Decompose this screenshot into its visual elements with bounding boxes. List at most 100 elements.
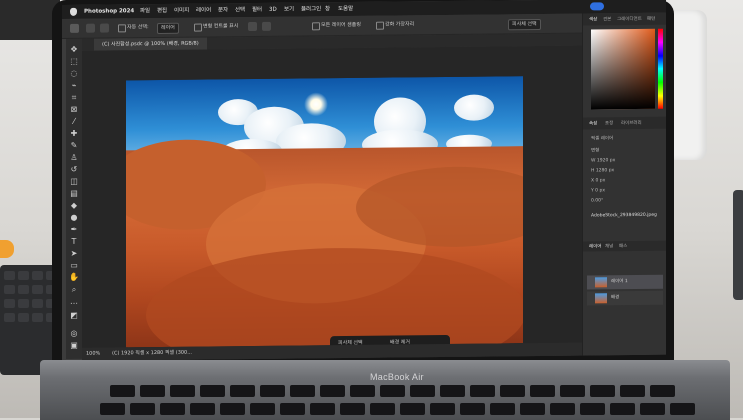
prop-transform: 변형 bbox=[591, 148, 600, 154]
brush-tool-icon[interactable]: ✎ bbox=[69, 141, 79, 151]
tab-properties[interactable]: 속성 bbox=[589, 120, 597, 126]
path-select-icon[interactable]: ➤ bbox=[69, 249, 79, 259]
tab-paths[interactable]: 패스 bbox=[619, 243, 627, 249]
menu-item-view[interactable]: 보기 bbox=[284, 3, 294, 17]
menu-item-layer[interactable]: 레이어 bbox=[196, 3, 211, 17]
dodge-tool-icon[interactable]: ● bbox=[69, 213, 79, 223]
menu-item-type[interactable]: 문자 bbox=[218, 3, 228, 17]
hue-slider[interactable] bbox=[658, 28, 663, 109]
select-subject-dropdown[interactable]: 피사체 선택 bbox=[508, 18, 541, 31]
tab-layers[interactable]: 레이어 bbox=[589, 243, 601, 249]
external-monitor bbox=[0, 0, 60, 40]
move-tool-icon[interactable]: ✥ bbox=[69, 45, 79, 55]
tab-libraries[interactable]: 라이브러리 bbox=[621, 120, 642, 126]
laptop-keyboard bbox=[100, 383, 700, 418]
menu-item-filter[interactable]: 필터 bbox=[252, 3, 262, 17]
lasso-tool-icon[interactable]: ◌ bbox=[69, 69, 79, 79]
menu-item-image[interactable]: 이미지 bbox=[174, 4, 189, 18]
canvas-image[interactable] bbox=[126, 76, 523, 348]
tab-color[interactable]: 색상 bbox=[589, 16, 597, 22]
select-subject-value: 피사체 선택 bbox=[512, 21, 537, 28]
zoom-tool-icon[interactable]: ⌕ bbox=[69, 285, 79, 295]
layer-name: 배경 bbox=[611, 295, 620, 301]
prop-x[interactable]: X 0 px bbox=[591, 178, 605, 183]
hand-tool-icon[interactable]: ✋ bbox=[69, 273, 79, 283]
prop-y[interactable]: Y 0 px bbox=[591, 188, 605, 193]
zoom-level[interactable]: 100% bbox=[86, 348, 100, 361]
shape-tool-icon[interactable]: ▭ bbox=[69, 261, 79, 271]
right-panels: 색상 견본 그레이디언트 패턴 속성 조정 라이브러리 픽셀 레이어 변형 W … bbox=[582, 12, 666, 356]
frame-tool-icon[interactable]: ⊠ bbox=[69, 105, 79, 115]
tab-channels[interactable]: 채널 bbox=[605, 243, 613, 249]
prop-height[interactable]: H 1280 px bbox=[591, 168, 614, 173]
screen-mode-icon[interactable]: ▣ bbox=[69, 341, 79, 351]
laptop-screen: Photoshop 2024 파일 편집 이미지 레이어 문자 선택 필터 3D… bbox=[62, 0, 666, 362]
blur-tool-icon[interactable]: ◆ bbox=[69, 201, 79, 211]
tab-pattern[interactable]: 패턴 bbox=[647, 16, 655, 22]
tab-adjustments[interactable]: 조정 bbox=[605, 120, 613, 126]
menu-item-select[interactable]: 선택 bbox=[235, 3, 245, 17]
color-panel-tabs: 색상 견본 그레이디언트 패턴 bbox=[583, 12, 666, 26]
document-info[interactable]: (C) 1920 픽셀 x 1280 픽셀 (300... bbox=[112, 347, 192, 361]
rotate-icon[interactable] bbox=[248, 21, 257, 32]
layer-name: 레이어 1 bbox=[611, 279, 628, 285]
laptop-brand-label: MacBook Air bbox=[370, 372, 424, 382]
marquee-tool-icon[interactable]: ⬚ bbox=[69, 57, 79, 67]
color-swatches-icon[interactable]: ◩ bbox=[69, 311, 79, 321]
sample-all-checkbox[interactable] bbox=[312, 22, 320, 31]
show-transform-checkbox[interactable] bbox=[194, 23, 202, 32]
prop-width[interactable]: W 1920 px bbox=[591, 158, 615, 163]
enhance-edge-label: 강화 가장자리 bbox=[385, 21, 415, 28]
menu-item-plugins[interactable]: 플러그인 bbox=[301, 2, 321, 16]
layer-row[interactable]: 레이어 1 bbox=[587, 274, 663, 290]
eyedropper-icon[interactable]: ⁄ bbox=[69, 117, 79, 127]
layer-row[interactable]: 배경 bbox=[587, 290, 663, 306]
tab-swatches[interactable]: 견본 bbox=[603, 16, 611, 22]
quick-select-icon[interactable]: ⌁ bbox=[69, 81, 79, 91]
more-tools-icon[interactable]: … bbox=[69, 297, 79, 307]
home-icon[interactable] bbox=[70, 23, 79, 33]
type-tool-icon[interactable]: T bbox=[69, 237, 79, 247]
tab-gradient[interactable]: 그레이디언트 bbox=[617, 16, 642, 22]
sample-all-label: 모든 레이어 샘플링 bbox=[321, 21, 361, 29]
tools-panel: ✥ ⬚ ◌ ⌁ ⌗ ⊠ ⁄ ✚ ✎ ♙ ↺ ◫ ▤ ◆ ● ✒ T ➤ ▭ ✋ … bbox=[66, 38, 82, 359]
menu-item-help[interactable]: 도움말 bbox=[338, 2, 353, 16]
layers-panel-tabs: 레이어 채널 패스 bbox=[583, 240, 666, 252]
history-brush-icon[interactable]: ↺ bbox=[69, 165, 79, 175]
share-button[interactable] bbox=[590, 2, 604, 11]
eraser-tool-icon[interactable]: ◫ bbox=[69, 177, 79, 187]
layer-dropdown-value: 레이어 bbox=[161, 24, 175, 31]
move-tool-icon[interactable] bbox=[86, 23, 95, 33]
show-transform-label: 변형 컨트롤 표시 bbox=[203, 23, 239, 30]
layer-thumbnail bbox=[595, 293, 607, 304]
right-edge-object bbox=[733, 190, 743, 300]
orange-object bbox=[0, 240, 14, 258]
prop-pixel-layer: 픽셀 레이어 bbox=[591, 136, 614, 142]
prop-angle[interactable]: 0.00° bbox=[591, 198, 603, 203]
image-sun bbox=[304, 92, 328, 117]
app-name[interactable]: Photoshop 2024 bbox=[84, 4, 134, 19]
apple-logo-icon[interactable] bbox=[70, 7, 77, 16]
menu-item-file[interactable]: 파일 bbox=[140, 4, 150, 18]
tool-preset-icon[interactable] bbox=[100, 23, 109, 33]
gradient-tool-icon[interactable]: ▤ bbox=[69, 189, 79, 199]
layer-dropdown[interactable]: 레이어 bbox=[157, 22, 179, 35]
document-tab-label: (C) 사진합성.psdc @ 100% (배경, RGB/8) bbox=[102, 40, 199, 48]
enhance-edge-checkbox[interactable] bbox=[376, 21, 384, 30]
quick-mask-icon[interactable]: ◎ bbox=[69, 329, 79, 339]
prop-file-name: AdobeStock_293849820.jpeg bbox=[591, 212, 657, 219]
canvas-area[interactable]: 피사체 선택 배경 제거 bbox=[82, 45, 582, 361]
align-icon[interactable] bbox=[262, 21, 271, 31]
menu-item-edit[interactable]: 편집 bbox=[157, 4, 167, 18]
healing-brush-icon[interactable]: ✚ bbox=[69, 129, 79, 139]
crop-tool-icon[interactable]: ⌗ bbox=[69, 93, 79, 103]
pen-tool-icon[interactable]: ✒ bbox=[69, 225, 79, 235]
stamp-tool-icon[interactable]: ♙ bbox=[69, 153, 79, 163]
auto-select-checkbox[interactable] bbox=[118, 24, 126, 33]
menu-item-window[interactable]: 창 bbox=[325, 2, 330, 16]
auto-select-label: 자동 선택: bbox=[127, 24, 149, 31]
menu-item-3d[interactable]: 3D bbox=[269, 3, 277, 17]
layer-thumbnail bbox=[595, 277, 607, 288]
color-picker-field[interactable] bbox=[591, 28, 655, 110]
properties-panel-tabs: 속성 조정 라이브러리 bbox=[583, 116, 666, 130]
